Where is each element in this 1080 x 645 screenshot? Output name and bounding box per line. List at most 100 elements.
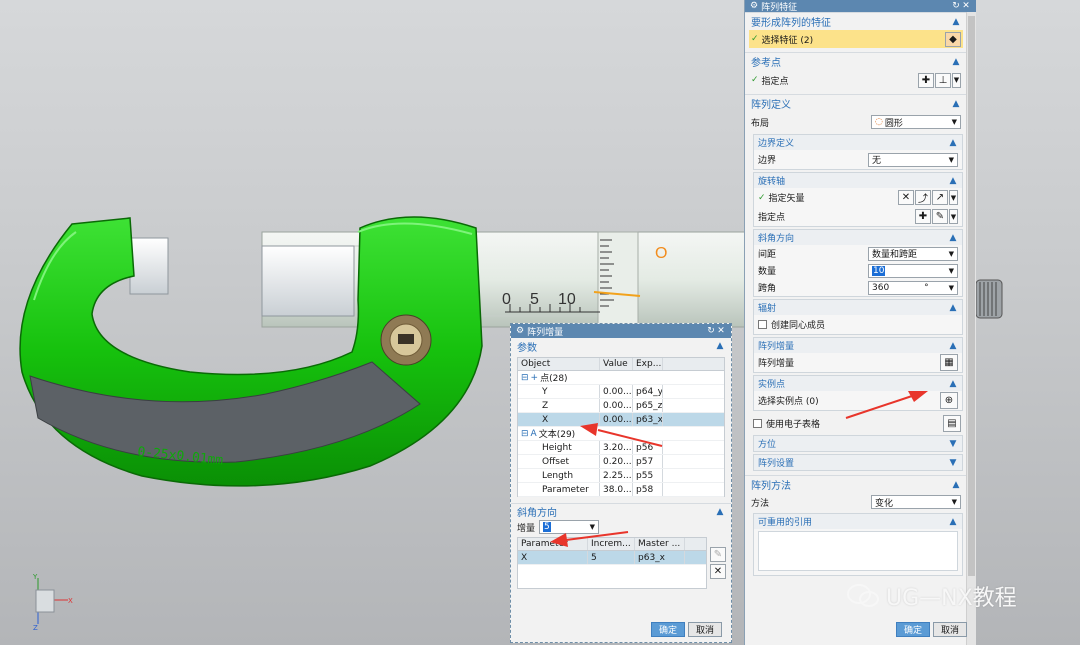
parameters-section[interactable]: 参数 ▲ [511, 338, 731, 354]
reset-icon[interactable]: ↻ [951, 1, 961, 11]
specify-point-row[interactable]: ✓ 指定点 ✚ ⊥ ▼ [745, 70, 967, 90]
reusable-references-list[interactable] [758, 531, 958, 571]
table-row[interactable]: Height 3.20... p56 [518, 441, 724, 455]
edit-icon[interactable]: ✎ [710, 547, 726, 562]
chevron-up-icon[interactable]: ▲ [951, 480, 961, 490]
axis-point-row[interactable]: 指定点 ✚ ✎ ▼ [754, 207, 962, 226]
section-feature-to-pattern[interactable]: 要形成阵列的特征 ▲ [745, 12, 967, 30]
gear-icon[interactable]: ⚙ [516, 326, 524, 336]
column-object[interactable]: Object [518, 358, 600, 370]
method-select[interactable]: 变化 ▼ [871, 495, 961, 509]
chevron-down-icon[interactable]: ▼ [952, 72, 961, 88]
concentric-row[interactable]: 创建同心成员 [754, 315, 962, 334]
table-row[interactable]: Offset 0.20... p57 [518, 455, 724, 469]
spreadsheet-row[interactable]: 使用电子表格 ▤ [747, 413, 967, 433]
section-reference-point[interactable]: 参考点 ▲ [745, 52, 967, 70]
point-dialog-icon[interactable]: ✚ [918, 72, 934, 88]
parameter-tree-table[interactable]: Object Value Exp... ⊟ + 点(28) Y 0.00... … [517, 357, 725, 497]
chevron-up-icon[interactable]: ▲ [951, 57, 961, 67]
vector-dialog-icon[interactable]: ⤴ [915, 190, 931, 205]
table-row[interactable]: ⊟ A 文本(29) [518, 427, 724, 441]
count-input[interactable]: 10 ▼ [868, 263, 958, 278]
pattern-settings-header[interactable]: 阵列设置 ▼ [754, 455, 962, 470]
table-row-selected[interactable]: X 5 p63_x [518, 551, 706, 565]
table-row-selected[interactable]: X 0.00... p63_x [518, 413, 724, 427]
point-dialog-icon[interactable]: ✚ [915, 209, 931, 224]
increment-input[interactable]: 5 ▼ [539, 520, 600, 534]
chevron-down-icon[interactable]: ▼ [949, 209, 958, 224]
increment-table[interactable]: Parameter Increm... Master ... X 5 p63_x [517, 537, 707, 589]
table-row[interactable]: ⊟ + 点(28) [518, 371, 724, 385]
layout-select[interactable]: ◌ 圆形 ▼ [871, 115, 961, 129]
vector-type-icon[interactable]: ↗ [932, 190, 948, 205]
angular-direction-section[interactable]: 斜角方向 ▲ [511, 503, 731, 519]
table-row[interactable]: Y 0.00... p64_y [518, 385, 724, 399]
reusable-references-header[interactable]: 可重用的引用 ▲ [754, 514, 962, 529]
column-parameter[interactable]: Parameter [518, 538, 588, 550]
collapse-icon[interactable]: ⊟ [521, 429, 529, 439]
panel-scroll-area[interactable]: 要形成阵列的特征 ▲ ✓ 选择特征 (2) ◆ 参考点 ▲ ✓ 指定点 ✚ ⊥ … [745, 12, 967, 645]
table-row[interactable]: Length 2.25... p55 [518, 469, 724, 483]
section-pattern-method[interactable]: 阵列方法 ▲ [745, 475, 967, 493]
instance-point-row[interactable]: 选择实例点 (0) ⊕ [754, 391, 962, 410]
concentric-checkbox[interactable] [758, 320, 767, 329]
spreadsheet-checkbox[interactable] [753, 418, 762, 428]
boundary-header[interactable]: 边界定义 ▲ [754, 135, 962, 150]
gear-icon[interactable]: ⚙ [750, 1, 758, 11]
chevron-up-icon[interactable]: ▲ [948, 303, 958, 313]
chevron-up-icon[interactable]: ▲ [948, 176, 958, 186]
point-snap-icon[interactable]: ⊥ [935, 72, 951, 88]
ok-button[interactable]: 确定 [651, 622, 686, 637]
scrollbar-thumb[interactable] [968, 16, 975, 576]
chevron-up-icon[interactable]: ▲ [715, 341, 725, 351]
delete-icon[interactable]: ✕ [710, 564, 726, 579]
angular-direction-header[interactable]: 斜角方向 ▲ [754, 230, 962, 245]
point-snap-icon[interactable]: ✎ [932, 209, 948, 224]
column-expression[interactable]: Exp... [633, 358, 663, 370]
spreadsheet-icon[interactable]: ▤ [943, 414, 961, 432]
crosshair-icon[interactable]: ⊕ [940, 392, 958, 409]
chevron-up-icon[interactable]: ▲ [951, 17, 961, 27]
spacing-select[interactable]: 数量和跨距 ▼ [868, 246, 958, 261]
column-value[interactable]: Value [600, 358, 633, 370]
radial-group: 辐射 ▲ 创建同心成员 [753, 299, 963, 335]
panel-scrollbar[interactable] [966, 12, 976, 645]
specify-vector-row[interactable]: ✓ 指定矢量 ✕ ⤴ ↗ ▼ [754, 188, 962, 207]
close-icon[interactable]: ✕ [716, 326, 726, 336]
chevron-down-icon[interactable]: ▼ [948, 439, 958, 449]
chevron-up-icon[interactable]: ▲ [948, 138, 958, 148]
collapse-icon[interactable]: ⊟ [521, 373, 529, 383]
method-label: 方法 [751, 498, 770, 509]
cancel-button[interactable]: 取消 [933, 622, 968, 637]
chevron-up-icon[interactable]: ▲ [951, 99, 961, 109]
column-master[interactable]: Master ... [635, 538, 685, 550]
cancel-button[interactable]: 取消 [688, 622, 723, 637]
chevron-up-icon[interactable]: ▲ [948, 341, 958, 351]
section-pattern-definition[interactable]: 阵列定义 ▲ [745, 94, 967, 112]
chevron-up-icon[interactable]: ▲ [948, 379, 958, 389]
degree-unit: ° [924, 282, 929, 293]
column-increment[interactable]: Increm... [588, 538, 635, 550]
radial-header[interactable]: 辐射 ▲ [754, 300, 962, 315]
table-row[interactable]: Z 0.00... p65_z [518, 399, 724, 413]
chevron-down-icon[interactable]: ▼ [948, 458, 958, 468]
close-icon[interactable]: ✕ [961, 1, 971, 11]
chevron-up-icon[interactable]: ▲ [715, 507, 725, 517]
orientation-header[interactable]: 方位 ▼ [754, 436, 962, 451]
chevron-up-icon[interactable]: ▲ [948, 517, 958, 527]
select-feature-row[interactable]: ✓ 选择特征 (2) ◆ [749, 30, 963, 48]
span-angle-input[interactable]: 360 ° ▼ [868, 280, 958, 295]
chevron-down-icon[interactable]: ▼ [949, 190, 958, 205]
pattern-increment-header[interactable]: 阵列增量 ▲ [754, 338, 962, 353]
reset-icon[interactable]: ↻ [706, 326, 716, 336]
table-row[interactable]: Parameter 38.0... p58 [518, 483, 724, 497]
chevron-up-icon[interactable]: ▲ [948, 233, 958, 243]
rotation-axis-header[interactable]: 旋转轴 ▲ [754, 173, 962, 188]
select-feature-button[interactable]: ◆ [945, 31, 961, 47]
ok-button[interactable]: 确定 [896, 622, 931, 637]
pattern-increment-label: 阵列增量 [758, 359, 795, 369]
boundary-select[interactable]: 无 ▼ [868, 152, 958, 167]
reverse-direction-icon[interactable]: ✕ [898, 190, 914, 205]
pattern-increment-button[interactable]: ▦ [940, 354, 958, 371]
instance-point-header[interactable]: 实例点 ▲ [754, 376, 962, 391]
